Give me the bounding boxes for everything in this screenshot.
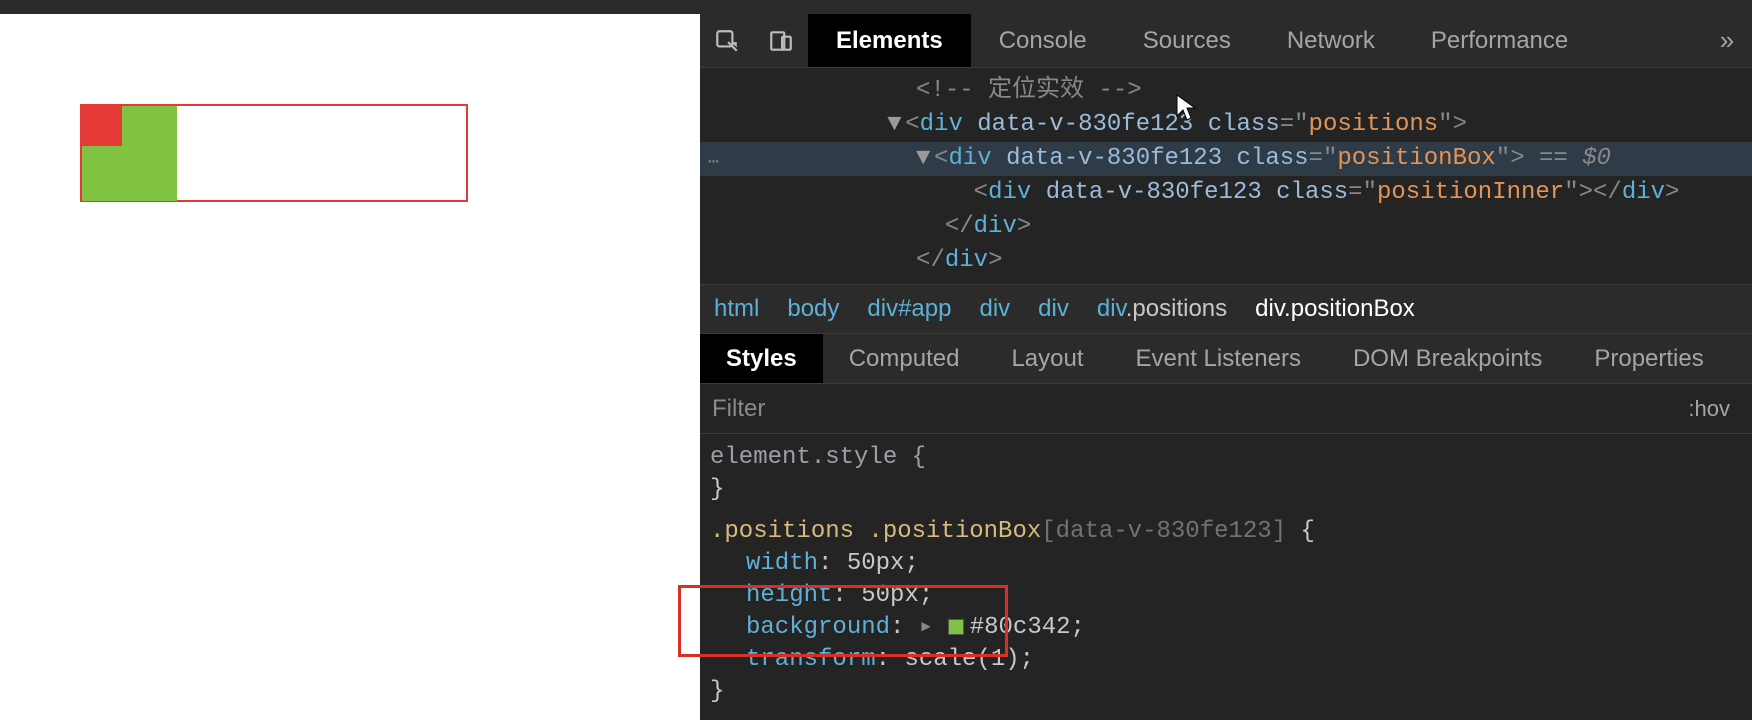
hov-toggle[interactable]: :hov	[1678, 396, 1740, 422]
styles-filter-input[interactable]	[712, 395, 1678, 423]
prop-background[interactable]: background: ▸ #80c342;	[710, 612, 1742, 644]
tab-sources[interactable]: Sources	[1115, 14, 1259, 67]
crumb-positions[interactable]: div.positions	[1097, 295, 1227, 323]
dom-line-positionbox-open[interactable]: ▼<div data-v-830fe123 class="positionBox…	[700, 142, 1752, 176]
subtab-dom-breakpoints[interactable]: DOM Breakpoints	[1327, 334, 1568, 383]
tab-network[interactable]: Network	[1259, 14, 1403, 67]
element-style-rule[interactable]: element.style {	[710, 442, 1742, 474]
subtab-styles[interactable]: Styles	[700, 334, 823, 383]
prop-height[interactable]: height: 50px;	[710, 580, 1742, 612]
color-swatch[interactable]	[948, 619, 964, 635]
subtab-layout[interactable]: Layout	[985, 334, 1109, 383]
crumb-html[interactable]: html	[714, 295, 759, 323]
main: Elements Console Sources Network Perform…	[0, 14, 1752, 720]
tab-elements[interactable]: Elements	[808, 14, 971, 67]
styles-filter-bar: :hov	[700, 384, 1752, 434]
dom-tree[interactable]: <!-- 定位实效 --> ▼<div data-v-830fe123 clas…	[700, 68, 1752, 284]
dom-comment[interactable]: <!-- 定位实效 -->	[700, 74, 1752, 108]
dom-line-positions-close[interactable]: </div>	[700, 244, 1752, 278]
devtools-panel: Elements Console Sources Network Perform…	[700, 14, 1752, 720]
position-inner[interactable]	[82, 106, 122, 146]
tab-performance[interactable]: Performance	[1403, 14, 1596, 67]
crumb-app[interactable]: div#app	[867, 295, 951, 323]
tabs-overflow-icon[interactable]: »	[1702, 14, 1752, 67]
dom-line-positions-open[interactable]: ▼<div data-v-830fe123 class="positions">	[700, 108, 1752, 142]
crumb-positionbox[interactable]: div.positionBox	[1255, 295, 1415, 323]
dom-line-positioninner[interactable]: <div data-v-830fe123 class="positionInne…	[700, 176, 1752, 210]
dom-line-positionbox-close[interactable]: </div>	[700, 210, 1752, 244]
devtools-tabs: Elements Console Sources Network Perform…	[700, 14, 1752, 68]
styles-pane[interactable]: element.style { } .positions .positionBo…	[700, 434, 1752, 720]
inspect-icon[interactable]	[700, 14, 754, 67]
position-box[interactable]	[82, 106, 177, 201]
dom-breadcrumb: html body div#app div div div.positions …	[700, 284, 1752, 334]
device-toggle-icon[interactable]	[754, 14, 808, 67]
tab-console[interactable]: Console	[971, 14, 1115, 67]
subtab-computed[interactable]: Computed	[823, 334, 986, 383]
subtab-properties[interactable]: Properties	[1568, 334, 1729, 383]
crumb-div2[interactable]: div	[1038, 295, 1069, 323]
element-style-close: }	[710, 474, 1742, 506]
page-viewport[interactable]	[0, 14, 700, 720]
prop-transform[interactable]: transform: scale(1);	[710, 644, 1742, 676]
rule-close: }	[710, 676, 1742, 708]
crumb-body[interactable]: body	[787, 295, 839, 323]
rule-selector[interactable]: .positions .positionBox[data-v-830fe123]…	[710, 516, 1742, 548]
positions-container[interactable]	[80, 104, 468, 202]
crumb-div1[interactable]: div	[979, 295, 1010, 323]
prop-width[interactable]: width: 50px;	[710, 548, 1742, 580]
subtab-event-listeners[interactable]: Event Listeners	[1110, 334, 1327, 383]
window-topbar	[0, 0, 1752, 14]
styles-subtabs: Styles Computed Layout Event Listeners D…	[700, 334, 1752, 384]
